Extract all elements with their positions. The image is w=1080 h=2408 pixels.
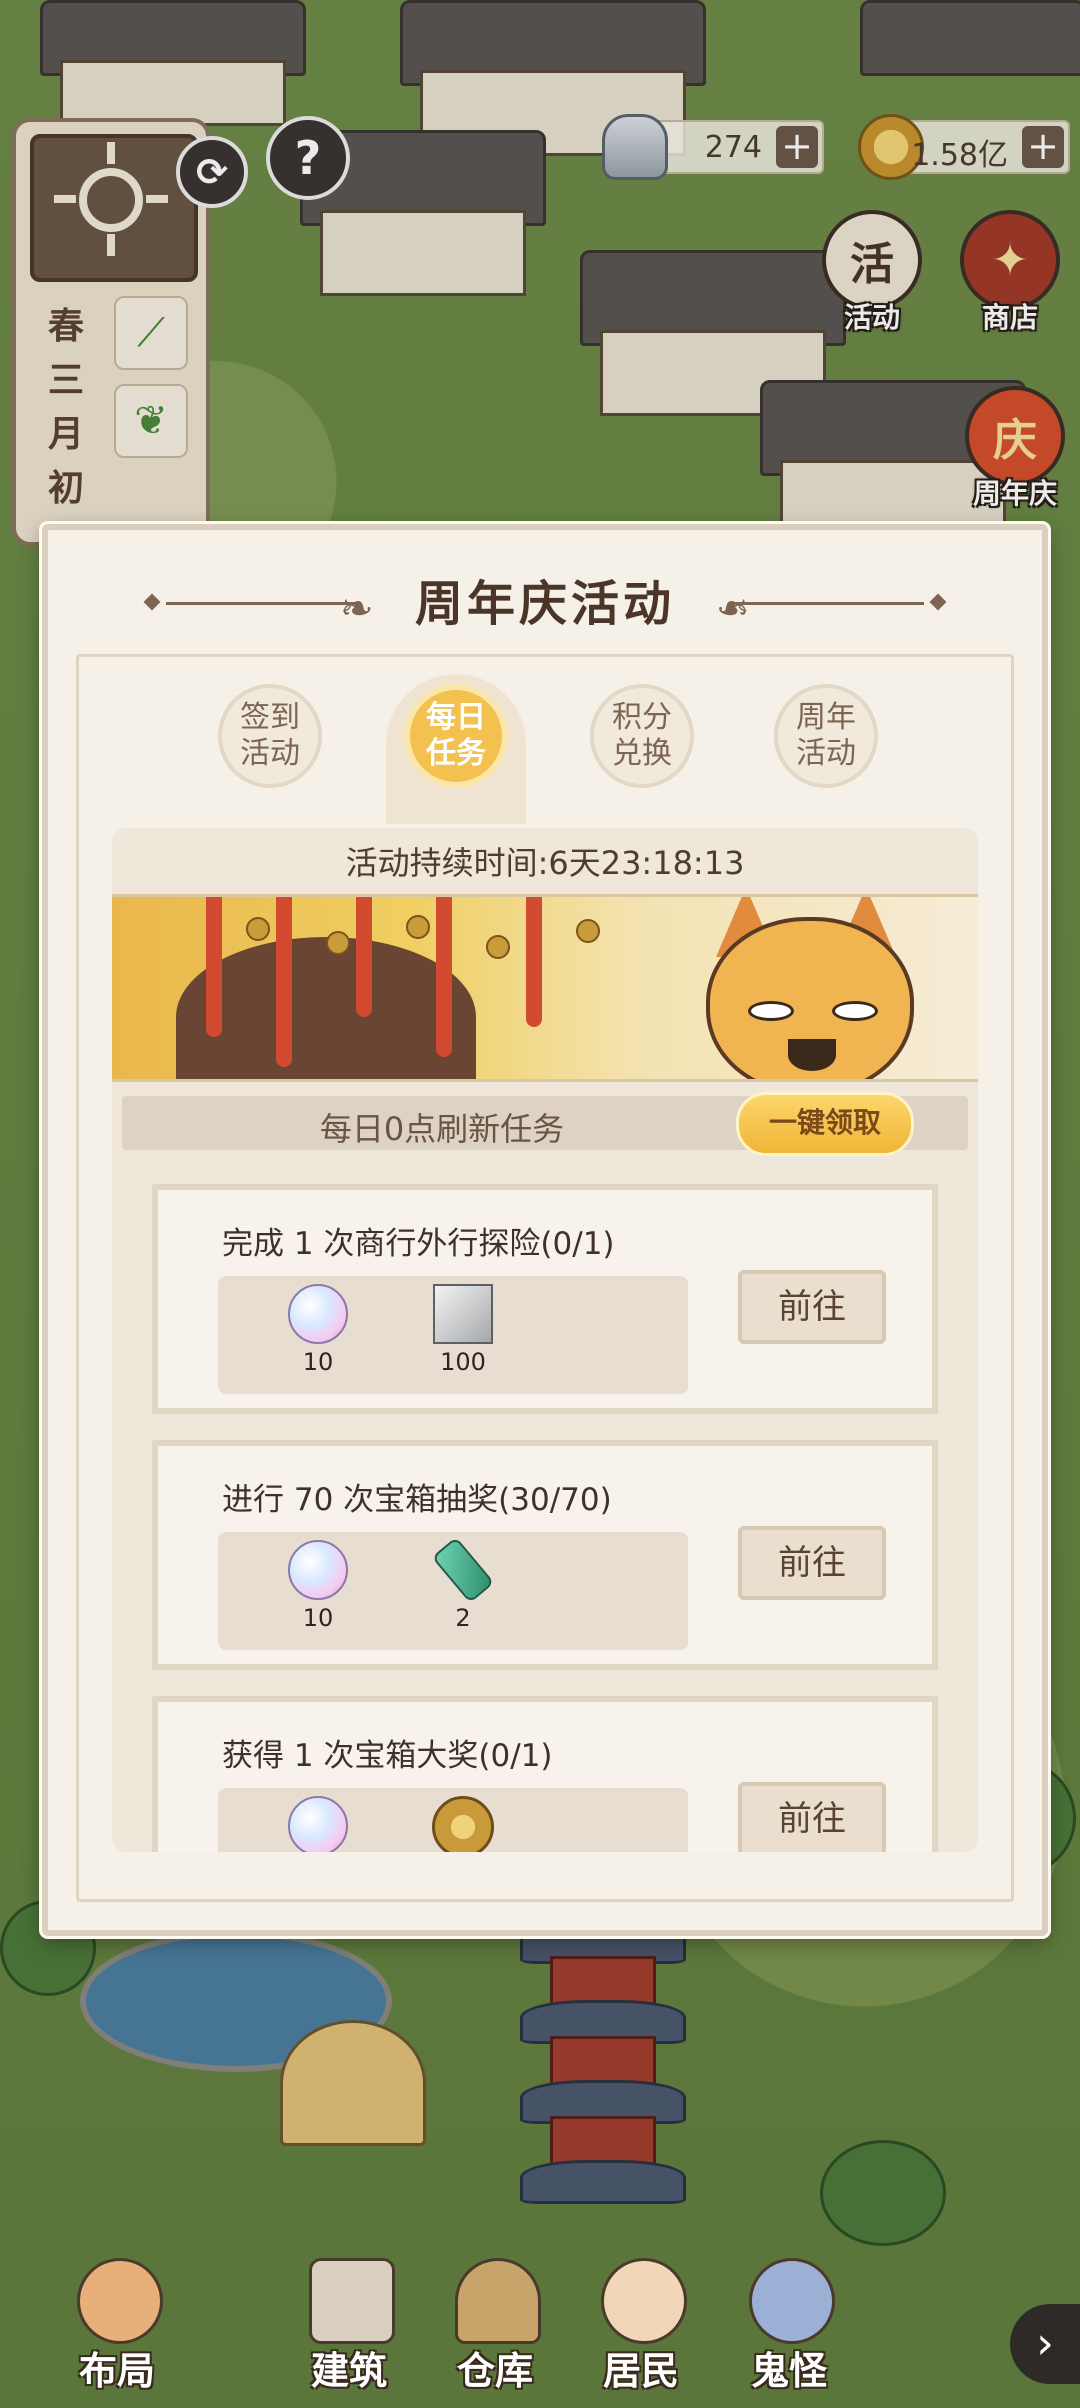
refresh-note: 每日0点刷新任务 [319, 1110, 565, 1148]
reward-item[interactable]: 10 [268, 1284, 368, 1376]
title-line-right [734, 602, 924, 605]
tab-label: 任务 [426, 736, 486, 771]
nav-label: 布局 [78, 2349, 155, 2393]
tab-label: 每日 [426, 700, 486, 735]
modal-header: ❧ 周年庆活动 ❧ [48, 564, 1042, 644]
task-rewards [218, 1788, 688, 1852]
reward-count: 100 [440, 1348, 486, 1376]
daily-tasks-panel[interactable]: 活动持续时间:6天23:18:13 每日0点刷新任务 一键领取 完成 1 次商行… [112, 828, 978, 1852]
claim-all-button[interactable]: 一键领取 [736, 1092, 914, 1156]
nav-layout[interactable]: 布局 [42, 2240, 192, 2408]
go-button[interactable]: 前往 [738, 1782, 886, 1852]
title-line-left [166, 602, 356, 605]
reward-item[interactable]: 10 [268, 1540, 368, 1632]
title-ornament [929, 593, 947, 611]
task-rewards: 10 100 [218, 1276, 688, 1394]
ghost-icon [749, 2258, 835, 2344]
task-card: 获得 1 次宝箱大奖(0/1) 前往 [152, 1696, 938, 1852]
tab-points-exchange[interactable]: 积分 兑换 [590, 684, 694, 788]
refresh-bar: 每日0点刷新任务 一键领取 [122, 1092, 968, 1156]
next-arrow-button[interactable]: › [1010, 2304, 1080, 2384]
anniversary-modal: ❧ 周年庆活动 ❧ 签到 活动 每日 任务 积分 兑换 周年 活动 活动持续时间:6天2… [42, 524, 1048, 1936]
copper-coin-icon [432, 1796, 494, 1852]
reward-count: 10 [302, 1348, 334, 1376]
warehouse-icon [455, 2258, 541, 2344]
banner-coin [486, 935, 510, 959]
fox-eye [832, 1001, 878, 1021]
nav-warehouse[interactable]: 仓库 [420, 2240, 570, 2408]
pearl-icon [276, 1540, 360, 1600]
event-duration: 活动持续时间:6天23:18:13 [345, 844, 745, 882]
banner-ribbon [206, 897, 222, 1037]
fox-mouth [788, 1039, 836, 1071]
tab-label: 周年 [796, 700, 856, 735]
tab-label: 兑换 [612, 736, 672, 771]
nav-label: 建筑 [310, 2349, 387, 2393]
task-card: 进行 70 次宝箱抽奖(30/70) 10 2 前往 [152, 1440, 938, 1670]
tab-label: 签到 [240, 700, 300, 735]
swirl-ornament-left: ❧ [340, 586, 374, 632]
fox-head [706, 917, 914, 1079]
task-title: 进行 70 次宝箱抽奖(30/70) [222, 1482, 612, 1518]
banner-ribbon [356, 897, 372, 1017]
tab-daily-tasks[interactable]: 每日 任务 [404, 684, 508, 788]
silver-cube-icon [421, 1284, 505, 1344]
go-button[interactable]: 前往 [738, 1526, 886, 1600]
jade-icon [431, 1536, 495, 1604]
title-ornament [143, 593, 161, 611]
task-title: 完成 1 次商行外行探险(0/1) [222, 1226, 615, 1262]
fox-eye [748, 1001, 794, 1021]
reward-item[interactable] [413, 1796, 513, 1852]
bottom-nav: 布局 建筑 仓库 居民 鬼怪 [0, 2240, 1080, 2408]
modal-tabs: 签到 活动 每日 任务 积分 兑换 周年 活动 [48, 674, 1042, 824]
banner-ribbon [526, 897, 542, 1027]
banner-ribbon [276, 897, 292, 1067]
modal-title: 周年庆活动 [414, 576, 675, 632]
task-title: 获得 1 次宝箱大奖(0/1) [222, 1738, 553, 1774]
reward-item[interactable]: 100 [413, 1284, 513, 1376]
pearl-icon [276, 1796, 360, 1852]
task-rewards: 10 2 [218, 1532, 688, 1650]
building-icon [309, 2258, 395, 2344]
nav-label: 居民 [602, 2349, 679, 2393]
tab-label: 活动 [240, 736, 300, 771]
reward-item[interactable]: 2 [413, 1536, 513, 1632]
reward-count: 10 [302, 1604, 334, 1632]
nav-residents[interactable]: 居民 [566, 2240, 716, 2408]
nav-label: 鬼怪 [750, 2349, 827, 2393]
banner-coin [326, 931, 350, 955]
nav-ghosts[interactable]: 鬼怪 [714, 2240, 864, 2408]
event-banner [112, 894, 978, 1082]
resident-icon [601, 2258, 687, 2344]
tab-label: 活动 [796, 736, 856, 771]
tab-anniversary-event[interactable]: 周年 活动 [774, 684, 878, 788]
go-button[interactable]: 前往 [738, 1270, 886, 1344]
nav-label: 仓库 [456, 2349, 533, 2393]
fox-mascot [686, 897, 926, 1079]
banner-ribbon [436, 897, 452, 1057]
pearl-icon [276, 1284, 360, 1344]
reward-item[interactable] [268, 1796, 368, 1852]
tab-checkin[interactable]: 签到 活动 [218, 684, 322, 788]
task-card: 完成 1 次商行外行探险(0/1) 10 100 前往 [152, 1184, 938, 1414]
swirl-ornament-right: ❧ [716, 586, 750, 632]
nav-buildings[interactable]: 建筑 [274, 2240, 424, 2408]
banner-coin [406, 915, 430, 939]
banner-coin [246, 917, 270, 941]
tab-label: 积分 [612, 700, 672, 735]
layout-icon [77, 2258, 163, 2344]
reward-count: 2 [455, 1604, 471, 1632]
banner-coin [576, 919, 600, 943]
